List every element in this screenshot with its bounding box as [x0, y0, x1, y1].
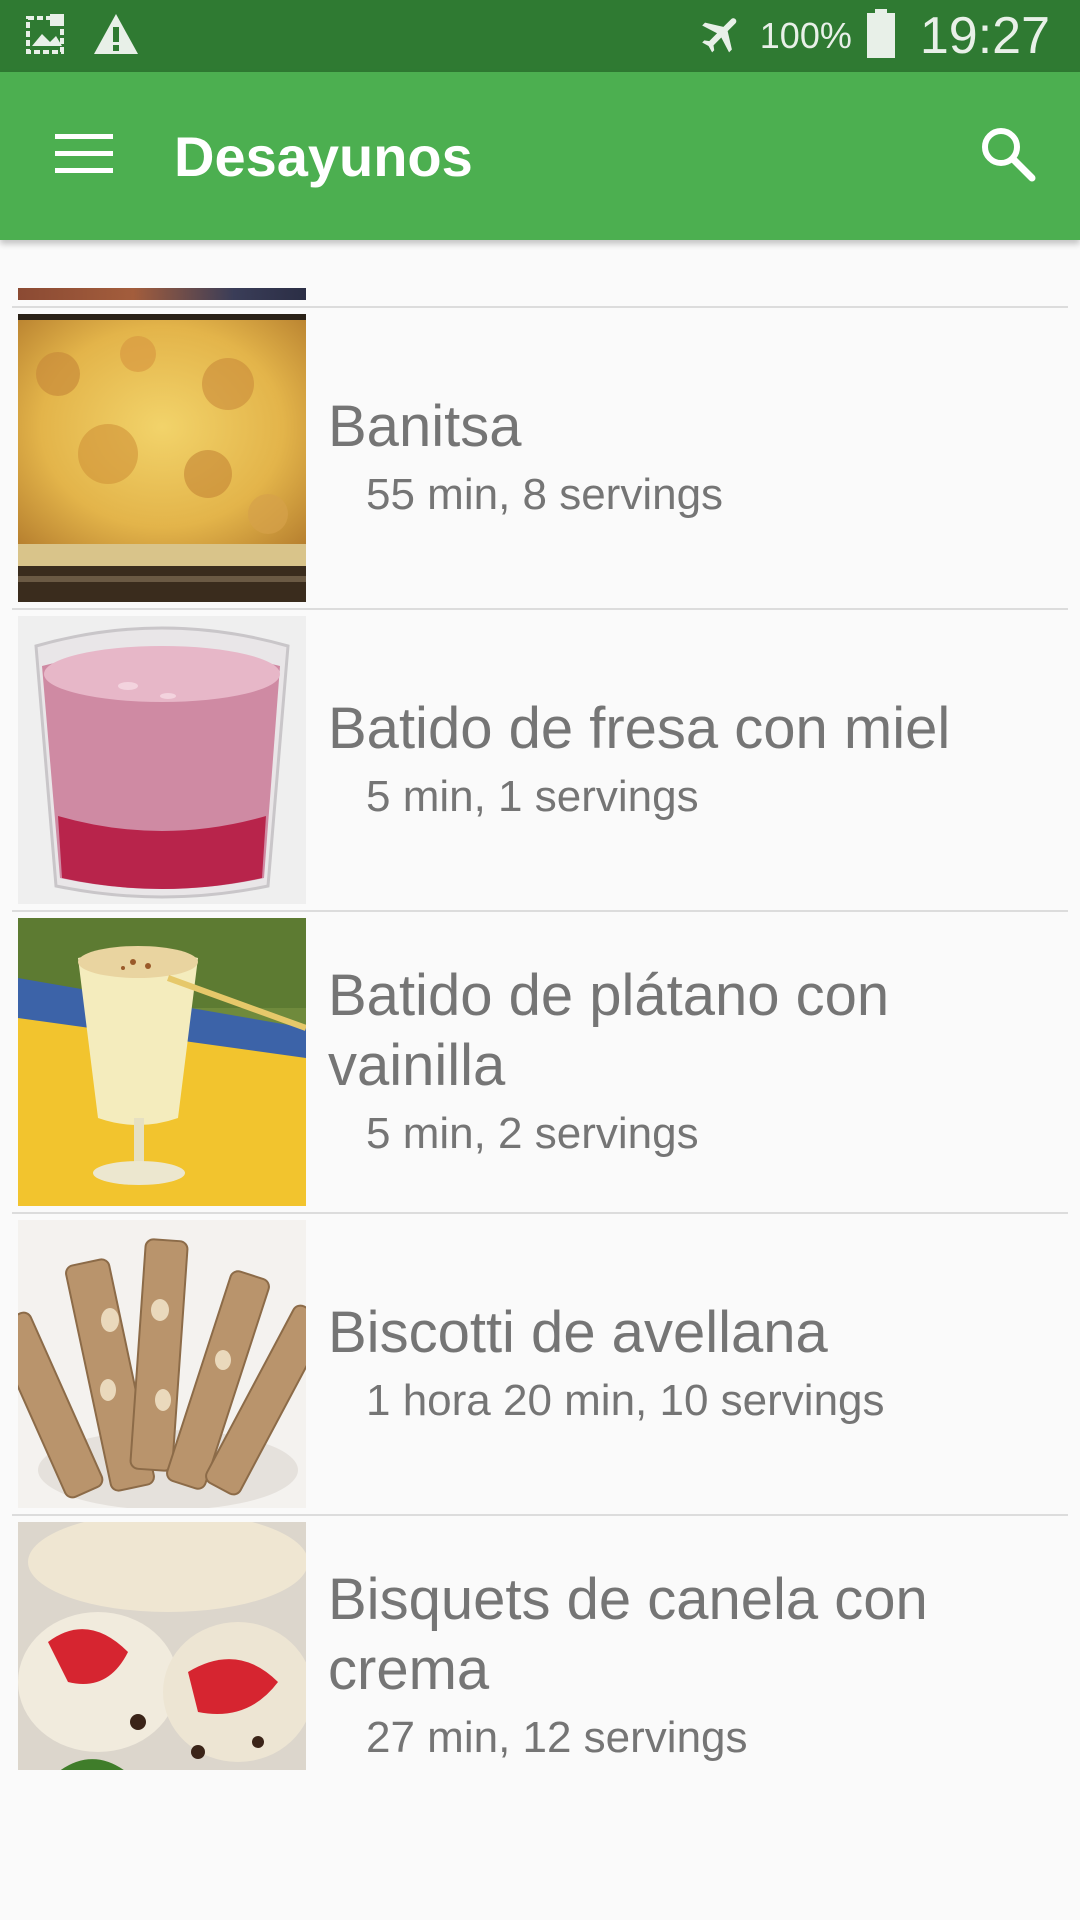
list-item-batido-fresa[interactable]: Batido de fresa con miel 5 min, 1 servin…	[12, 610, 1068, 908]
recipe-meta: 5 min, 1 servings	[366, 772, 699, 821]
list-item-banitsa[interactable]: Banitsa 55 min, 8 servings	[12, 308, 1068, 606]
recipe-image	[18, 616, 306, 904]
search-icon	[980, 126, 1036, 187]
status-time: 19:27	[919, 7, 1050, 65]
battery-icon	[866, 8, 896, 64]
list-item-batido-platano[interactable]: Batido de plátano con vainilla 5 min, 2 …	[12, 912, 1068, 1210]
app-bar: Desayunos	[0, 72, 1080, 240]
recipe-list[interactable]: Banitsa 55 min, 8 servings Batido de fre…	[0, 240, 1080, 1770]
menu-icon	[55, 133, 113, 179]
recipe-title: Bisquets de canela con crema	[328, 1567, 928, 1702]
recipe-image	[18, 288, 306, 300]
menu-button[interactable]	[42, 114, 126, 198]
recipe-meta: 1 hora 20 min, 10 servings	[366, 1376, 885, 1425]
search-button[interactable]	[966, 114, 1050, 198]
warning-icon	[92, 12, 140, 61]
recipe-meta: 27 min, 12 servings	[366, 1713, 748, 1762]
recipe-meta: 55 min, 8 servings	[366, 470, 724, 519]
status-bar: 100% 19:27	[0, 0, 1080, 72]
recipe-image	[18, 1522, 306, 1770]
recipe-title: Biscotti de avellana	[328, 1300, 828, 1365]
recipe-image	[18, 1220, 306, 1508]
recipe-image	[18, 314, 306, 602]
battery-percent: 100%	[759, 15, 852, 56]
list-item-biscotti[interactable]: Biscotti de avellana 1 hora 20 min, 10 s…	[12, 1214, 1068, 1512]
list-item-partial[interactable]	[12, 240, 1068, 302]
recipe-title: Batido de plátano con vainilla	[328, 963, 890, 1098]
recipe-image	[18, 918, 306, 1206]
recipe-meta: 5 min, 2 servings	[366, 1109, 699, 1158]
photo-icon	[26, 12, 66, 61]
page-title: Desayunos	[174, 124, 473, 188]
recipe-title: Banitsa	[328, 394, 522, 459]
airplane-mode-icon	[698, 10, 746, 63]
list-item-bisquets[interactable]: Bisquets de canela con crema 27 min, 12 …	[12, 1516, 1068, 1770]
recipe-title: Batido de fresa con miel	[328, 696, 951, 761]
